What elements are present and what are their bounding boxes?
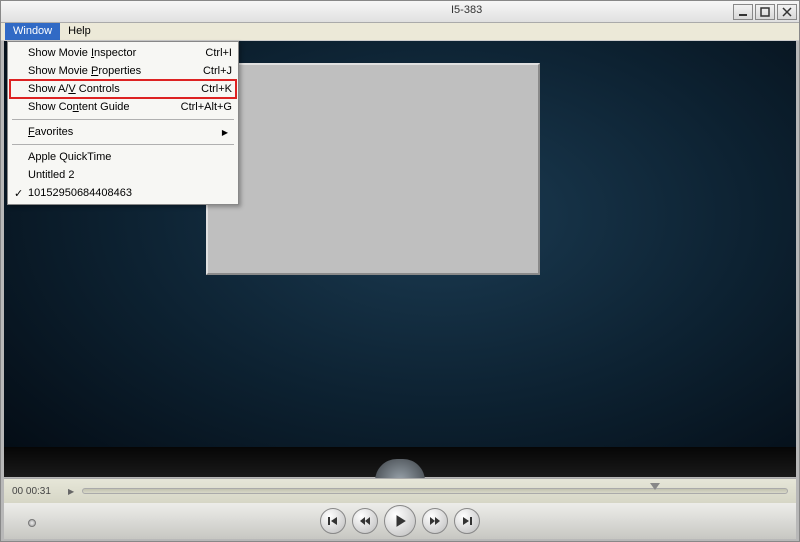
menu-label: Show Movie Inspector [28, 47, 205, 59]
forward-icon [429, 515, 441, 527]
skip-end-button[interactable] [454, 508, 480, 534]
transport-buttons [4, 503, 796, 539]
submenu-arrow-icon: ▶ [222, 128, 228, 137]
timeline-marker-icon [650, 483, 660, 490]
window-title: I5-383 [451, 4, 482, 16]
rewind-icon [359, 515, 371, 527]
menu-help[interactable]: Help [60, 23, 99, 40]
minimize-icon [738, 7, 748, 17]
menu-label: Show Content Guide [28, 101, 181, 113]
skip-start-icon [327, 515, 339, 527]
menu-label: Show Movie Properties [28, 65, 203, 77]
maximize-icon [760, 7, 770, 17]
menu-shortcut: Ctrl+J [203, 65, 232, 77]
playback-controls: 00 00:31 ▶ [4, 478, 796, 538]
play-icon [393, 514, 407, 528]
menu-untitled-2[interactable]: Untitled 2 [10, 166, 236, 184]
timeline-arrow-icon: ▶ [68, 487, 74, 496]
play-button[interactable] [384, 505, 416, 537]
rewind-button[interactable] [352, 508, 378, 534]
menu-separator [12, 119, 234, 120]
menu-label: Apple QuickTime [28, 151, 232, 163]
menu-separator [12, 144, 234, 145]
menu-label: Favorites [28, 126, 232, 138]
titlebar: I5-383 [1, 1, 799, 23]
skip-end-icon [461, 515, 473, 527]
close-button[interactable] [777, 4, 797, 20]
menu-favorites[interactable]: Favorites ▶ [10, 123, 236, 141]
menu-show-movie-inspector[interactable]: Show Movie Inspector Ctrl+I [10, 44, 236, 62]
checkmark-icon: ✓ [14, 187, 23, 200]
time-display: 00 00:31 [12, 486, 60, 497]
menu-label: Show A/V Controls [28, 83, 201, 95]
menu-shortcut: Ctrl+I [205, 47, 232, 59]
menu-apple-quicktime[interactable]: Apple QuickTime [10, 148, 236, 166]
timeline-row: 00 00:31 ▶ [4, 479, 796, 503]
window-buttons [733, 4, 797, 20]
menu-shortcut: Ctrl+K [201, 83, 232, 95]
minimize-button[interactable] [733, 4, 753, 20]
secondary-panel [206, 63, 540, 275]
app-window: I5-383 Window Help Show Movie Inspector … [0, 0, 800, 542]
volume-knob[interactable] [28, 519, 36, 527]
menubar: Window Help [1, 23, 799, 41]
window-menu-dropdown: Show Movie Inspector Ctrl+I Show Movie P… [7, 41, 239, 205]
menu-label: Untitled 2 [28, 169, 232, 181]
menu-label: 10152950684408463 [28, 187, 232, 199]
playhead[interactable] [83, 485, 93, 499]
skip-start-button[interactable] [320, 508, 346, 534]
close-icon [782, 7, 792, 17]
menu-show-movie-properties[interactable]: Show Movie Properties Ctrl+J [10, 62, 236, 80]
timeline-track[interactable] [82, 488, 788, 494]
menu-shortcut: Ctrl+Alt+G [181, 101, 232, 113]
menu-window[interactable]: Window [5, 23, 60, 40]
menu-numeric-window[interactable]: ✓ 10152950684408463 [10, 184, 236, 202]
forward-button[interactable] [422, 508, 448, 534]
maximize-button[interactable] [755, 4, 775, 20]
menu-show-content-guide[interactable]: Show Content Guide Ctrl+Alt+G [10, 98, 236, 116]
menu-show-av-controls[interactable]: Show A/V Controls Ctrl+K [10, 80, 236, 98]
